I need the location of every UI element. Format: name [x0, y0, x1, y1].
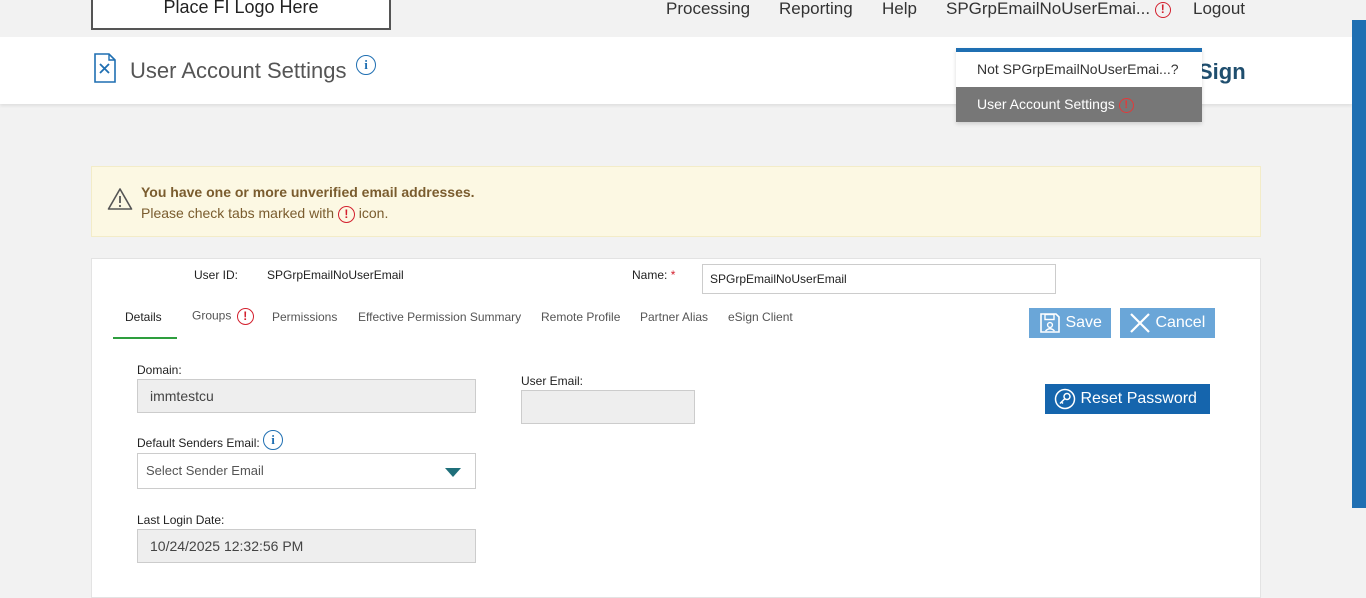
- last-login-date-field: 10/24/2025 12:32:56 PM: [137, 529, 476, 563]
- tab-groups-label: Groups: [192, 308, 232, 323]
- settings-document-icon: [94, 53, 116, 83]
- warning-text-after: icon.: [358, 205, 389, 221]
- alert-icon: !: [236, 308, 254, 325]
- nav-processing[interactable]: Processing: [666, 0, 750, 17]
- dropdown-item-user-account-settings[interactable]: User Account Settings!: [956, 87, 1202, 122]
- reset-password-button[interactable]: Reset Password: [1045, 384, 1210, 414]
- save-icon: [1040, 312, 1060, 333]
- nav-reporting[interactable]: Reporting: [779, 0, 853, 17]
- domain-field: immtestcu: [137, 379, 476, 413]
- scrollbar-thumb[interactable]: [1352, 20, 1366, 508]
- warning-text: Please check tabs marked with ! icon.: [141, 205, 388, 223]
- active-tab-indicator: [113, 337, 177, 339]
- default-senders-email-label: Default Senders Email:: [137, 436, 260, 450]
- domain-label: Domain:: [137, 363, 182, 377]
- name-label-text: Name:: [632, 268, 668, 282]
- required-marker: *: [670, 268, 676, 282]
- tab-details[interactable]: Details: [125, 310, 162, 324]
- tab-permissions[interactable]: Permissions: [272, 310, 337, 324]
- cancel-button[interactable]: Cancel: [1120, 308, 1215, 338]
- dropdown-item-label: User Account Settings: [977, 96, 1115, 112]
- cancel-button-label: Cancel: [1155, 314, 1206, 331]
- warning-triangle-icon: [107, 188, 133, 210]
- tab-effective-permission-summary[interactable]: Effective Permission Summary: [358, 310, 521, 324]
- alert-icon: !: [1118, 97, 1134, 113]
- nav-user-menu[interactable]: SPGrpEmailNoUserEmai... !: [946, 0, 1171, 18]
- warning-title: You have one or more unverified email ad…: [141, 184, 475, 200]
- alert-icon: !: [337, 205, 355, 223]
- sender-email-select[interactable]: Select Sender Email: [137, 453, 476, 489]
- user-id-label: User ID:: [194, 268, 239, 282]
- info-icon[interactable]: i: [263, 430, 283, 450]
- close-icon: [1130, 312, 1150, 333]
- user-settings-panel: User ID: SPGrpEmailNoUserEmail Name: * S…: [91, 258, 1261, 598]
- tab-esign-client[interactable]: eSign Client: [728, 310, 793, 324]
- name-label: Name: *: [632, 268, 675, 282]
- user-email-label: User Email:: [521, 374, 584, 388]
- save-button[interactable]: Save: [1029, 308, 1111, 338]
- nav-logout[interactable]: Logout: [1193, 0, 1245, 17]
- alert-icon: !: [1154, 1, 1171, 18]
- fi-logo-placeholder: Place FI Logo Here: [91, 0, 391, 30]
- nav-help[interactable]: Help: [882, 0, 917, 17]
- unverified-email-warning: You have one or more unverified email ad…: [91, 166, 1261, 237]
- chevron-down-icon: [445, 468, 461, 477]
- user-id-value: SPGrpEmailNoUserEmail: [267, 268, 404, 282]
- sender-email-select-value: Select Sender Email: [146, 463, 264, 478]
- info-icon[interactable]: i: [356, 55, 376, 75]
- top-navigation: Place FI Logo Here Processing Reporting …: [0, 0, 1352, 37]
- nav-user-name: SPGrpEmailNoUserEmai...: [946, 0, 1151, 18]
- user-email-field[interactable]: [521, 390, 695, 424]
- brand-logo-text: Sign: [1198, 59, 1246, 84]
- tab-partner-alias[interactable]: Partner Alias: [640, 310, 708, 324]
- name-input[interactable]: SPGrpEmailNoUserEmail: [702, 264, 1056, 294]
- page-title: User Account Settings: [130, 58, 347, 83]
- user-dropdown-menu: Not SPGrpEmailNoUserEmai...? User Accoun…: [956, 48, 1202, 122]
- dropdown-item-not-user[interactable]: Not SPGrpEmailNoUserEmai...?: [956, 52, 1202, 87]
- key-icon: [1054, 388, 1076, 410]
- last-login-date-label: Last Login Date:: [137, 513, 225, 527]
- tab-groups[interactable]: Groups !: [192, 308, 254, 325]
- save-button-label: Save: [1065, 314, 1102, 331]
- tab-remote-profile[interactable]: Remote Profile: [541, 310, 620, 324]
- reset-password-label: Reset Password: [1080, 390, 1197, 407]
- warning-text-before: Please check tabs marked with: [141, 205, 334, 221]
